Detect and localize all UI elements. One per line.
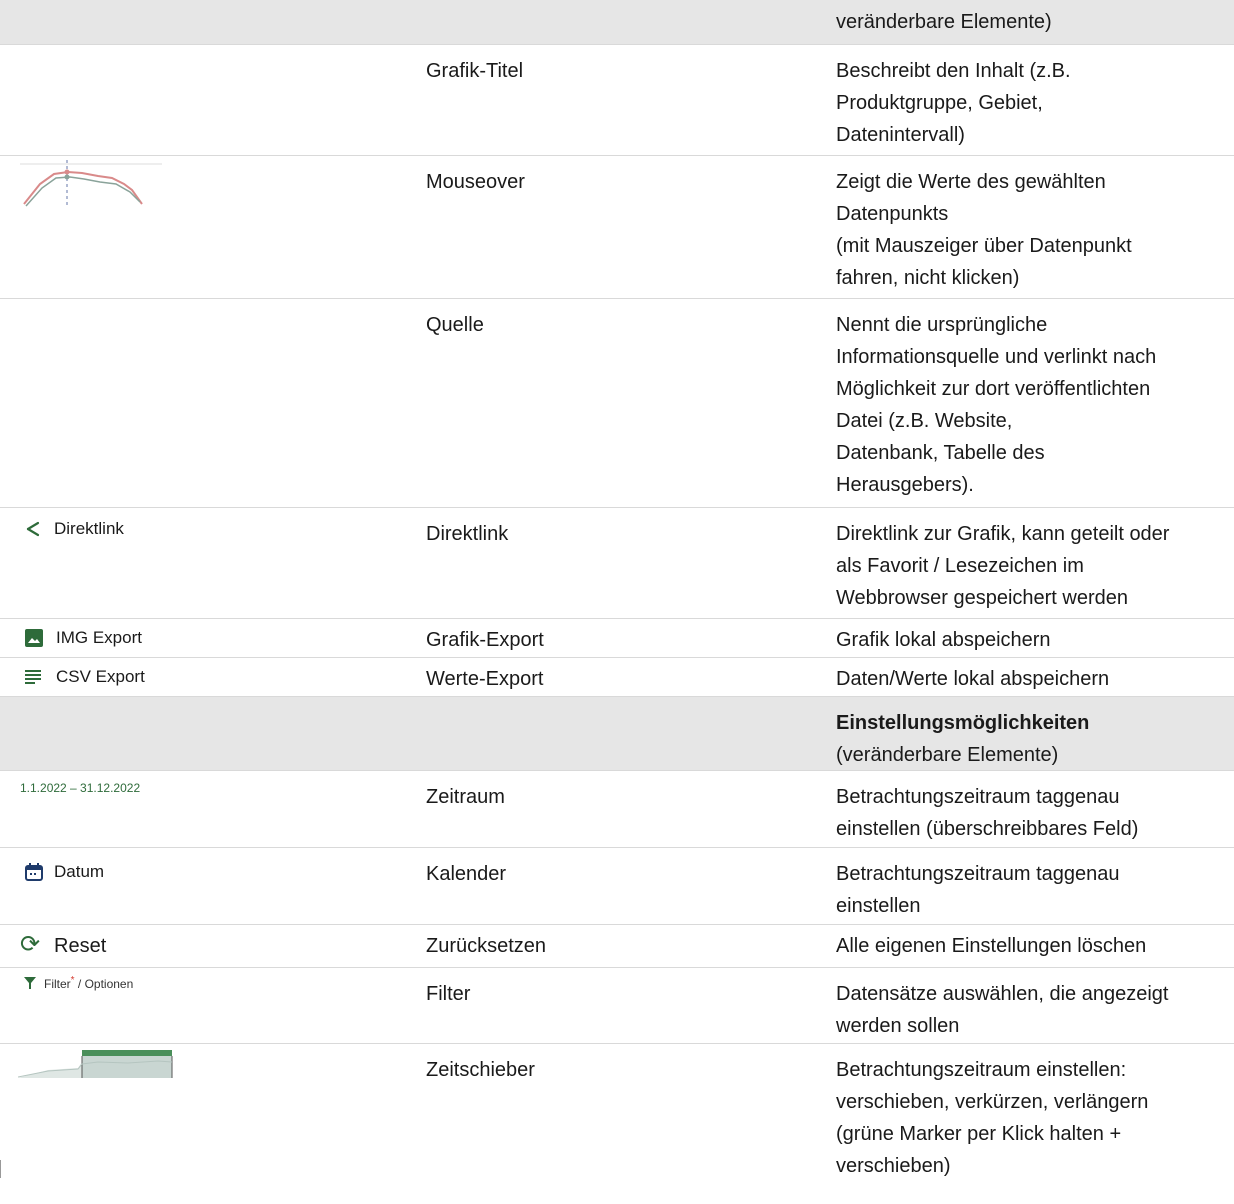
element-name: Quelle <box>426 314 484 336</box>
table-row: Quelle Nennt die ursprüngliche Informati… <box>0 299 1234 508</box>
desc-line: als Favorit / Lesezeichen im <box>836 555 1084 577</box>
desc-line: Betrachtungszeitraum einstellen: <box>836 1059 1127 1081</box>
element-description: Betrachtungszeitraum taggenau einstellen <box>836 858 1226 922</box>
refresh-icon: ⟳ <box>20 931 41 958</box>
calendar-label: Datum <box>54 862 105 881</box>
calendar-icon <box>25 863 43 881</box>
desc-line: Beschreibt den Inhalt (z.B. <box>836 60 1071 82</box>
element-name: Grafik-Export <box>426 629 544 651</box>
mouseover-chart-svg <box>20 160 162 207</box>
table-row: Direktlink Direktlink Direktlink zur Gra… <box>0 508 1234 619</box>
section-title: Einstellungsmöglichkeiten <box>836 712 1090 734</box>
share-icon <box>26 521 40 537</box>
desc-line: (grüne Marker per Klick halten + <box>836 1123 1122 1145</box>
element-description: Direktlink zur Grafik, kann geteilt oder… <box>836 518 1226 614</box>
header-desc-line: veränderbare Elemente) <box>836 11 1052 33</box>
desc-line: Produktgruppe, Gebiet, <box>836 92 1043 114</box>
reset-label: Reset <box>54 935 107 957</box>
desc-line: Webbrowser gespeichert werden <box>836 587 1129 609</box>
desc-line: einstellen (überschreibbares Feld) <box>836 818 1139 840</box>
table-row: Zeitschieber Betrachtungszeitraum einste… <box>0 1044 1234 1204</box>
desc-line: Betrachtungszeitraum taggenau <box>836 786 1120 808</box>
image-icon <box>25 629 43 647</box>
section-header-row: Einstellungsmöglichkeiten (veränderbare … <box>0 697 1234 771</box>
element-description: Betrachtungszeitraum taggenau einstellen… <box>836 781 1226 845</box>
desc-line: Direktlink zur Grafik, kann geteilt oder <box>836 523 1170 545</box>
filter-icon <box>24 977 36 989</box>
table-row: 1.1.2022 – 31.12.2022 Zeitraum Betrachtu… <box>0 771 1234 848</box>
desc-line: fahren, nicht klicken) <box>836 267 1020 289</box>
element-name: Grafik-Titel <box>426 60 524 82</box>
element-description: Zeigt die Werte des gewählten Datenpunkt… <box>836 166 1226 294</box>
options-text: / Optionen <box>74 977 134 991</box>
desc-line: (mit Mauszeiger über Datenpunkt <box>836 235 1132 257</box>
desc-line: Datensätze auswählen, die angezeigt <box>836 983 1169 1005</box>
csv-export-label: CSV Export <box>56 667 145 686</box>
element-description: Nennt die ursprüngliche Informationsquel… <box>836 309 1226 501</box>
header-desc: veränderbare Elemente) <box>836 6 1226 38</box>
desc-line: einstellen <box>836 895 921 917</box>
desc-line: Betrachtungszeitraum taggenau <box>836 863 1120 885</box>
desc-line: Informationsquelle und verlinkt nach <box>836 346 1157 368</box>
element-name: Direktlink <box>426 523 509 545</box>
element-name: Mouseover <box>426 171 525 193</box>
table-header-row: veränderbare Elemente) <box>0 0 1234 45</box>
table-row: IMG Export Grafik-Export Grafik lokal ab… <box>0 619 1234 658</box>
element-description: Betrachtungszeitraum einstellen: verschi… <box>836 1054 1226 1182</box>
desc-line: Möglichkeit zur dort veröffentlichten <box>836 378 1151 400</box>
desc-line: verschieben, verkürzen, verlängern <box>836 1091 1149 1113</box>
filter-text: Filter <box>44 977 71 991</box>
desc-line: werden sollen <box>836 1015 960 1037</box>
table-left-border <box>0 1160 1 1178</box>
filter-label: Filter* / Optionen <box>44 975 133 991</box>
desc-line: Datenbank, Tabelle des <box>836 442 1045 464</box>
list-icon <box>25 670 41 684</box>
element-name: Zurücksetzen <box>426 935 547 957</box>
desc-line: Daten/Werte lokal abspeichern <box>836 668 1110 690</box>
direktlink-label: Direktlink <box>54 519 124 538</box>
time-slider-svg <box>18 1050 173 1078</box>
desc-line: Herausgebers). <box>836 474 974 496</box>
desc-line: Datenpunkts <box>836 203 949 225</box>
desc-line: Nennt die ursprüngliche <box>836 314 1048 336</box>
table-row: Grafik-Titel Beschreibt den Inhalt (z.B.… <box>0 45 1234 156</box>
table-row: Filter* / Optionen Filter Datensätze aus… <box>0 968 1234 1044</box>
element-name: Zeitschieber <box>426 1059 535 1081</box>
element-description: Datensätze auswählen, die angezeigt werd… <box>836 978 1226 1042</box>
legend-table: veränderbare Elemente) Grafik-Titel Besc… <box>0 0 1234 1204</box>
desc-line: Zeigt die Werte des gewählten <box>836 171 1106 193</box>
img-export-label: IMG Export <box>56 628 142 647</box>
section-header: Einstellungsmöglichkeiten (veränderbare … <box>836 707 1226 771</box>
element-description: Daten/Werte lokal abspeichern <box>836 663 1226 695</box>
desc-line: Datei (z.B. Website, <box>836 410 1013 432</box>
table-row: ⟳ Reset Zurücksetzen Alle eigenen Einste… <box>0 925 1234 968</box>
element-description: Alle eigenen Einstellungen löschen <box>836 930 1226 962</box>
desc-line: Grafik lokal abspeichern <box>836 629 1051 651</box>
desc-line: Alle eigenen Einstellungen löschen <box>836 935 1147 957</box>
table-row: Datum Kalender Betrachtungszeitraum tagg… <box>0 848 1234 925</box>
table-row: CSV Export Werte-Export Daten/Werte loka… <box>0 658 1234 697</box>
element-name: Filter <box>426 983 471 1005</box>
table-row: Mouseover Zeigt die Werte des gewählten … <box>0 156 1234 299</box>
date-range-label: 1.1.2022 – 31.12.2022 <box>20 781 141 795</box>
element-description: Grafik lokal abspeichern <box>836 624 1226 656</box>
desc-line: verschieben) <box>836 1155 951 1177</box>
element-name: Werte-Export <box>426 668 544 690</box>
section-subtitle: (veränderbare Elemente) <box>836 744 1059 766</box>
element-description: Beschreibt den Inhalt (z.B. Produktgrupp… <box>836 55 1226 151</box>
element-name: Zeitraum <box>426 786 505 808</box>
element-name: Kalender <box>426 863 507 885</box>
desc-line: Datenintervall) <box>836 124 965 146</box>
